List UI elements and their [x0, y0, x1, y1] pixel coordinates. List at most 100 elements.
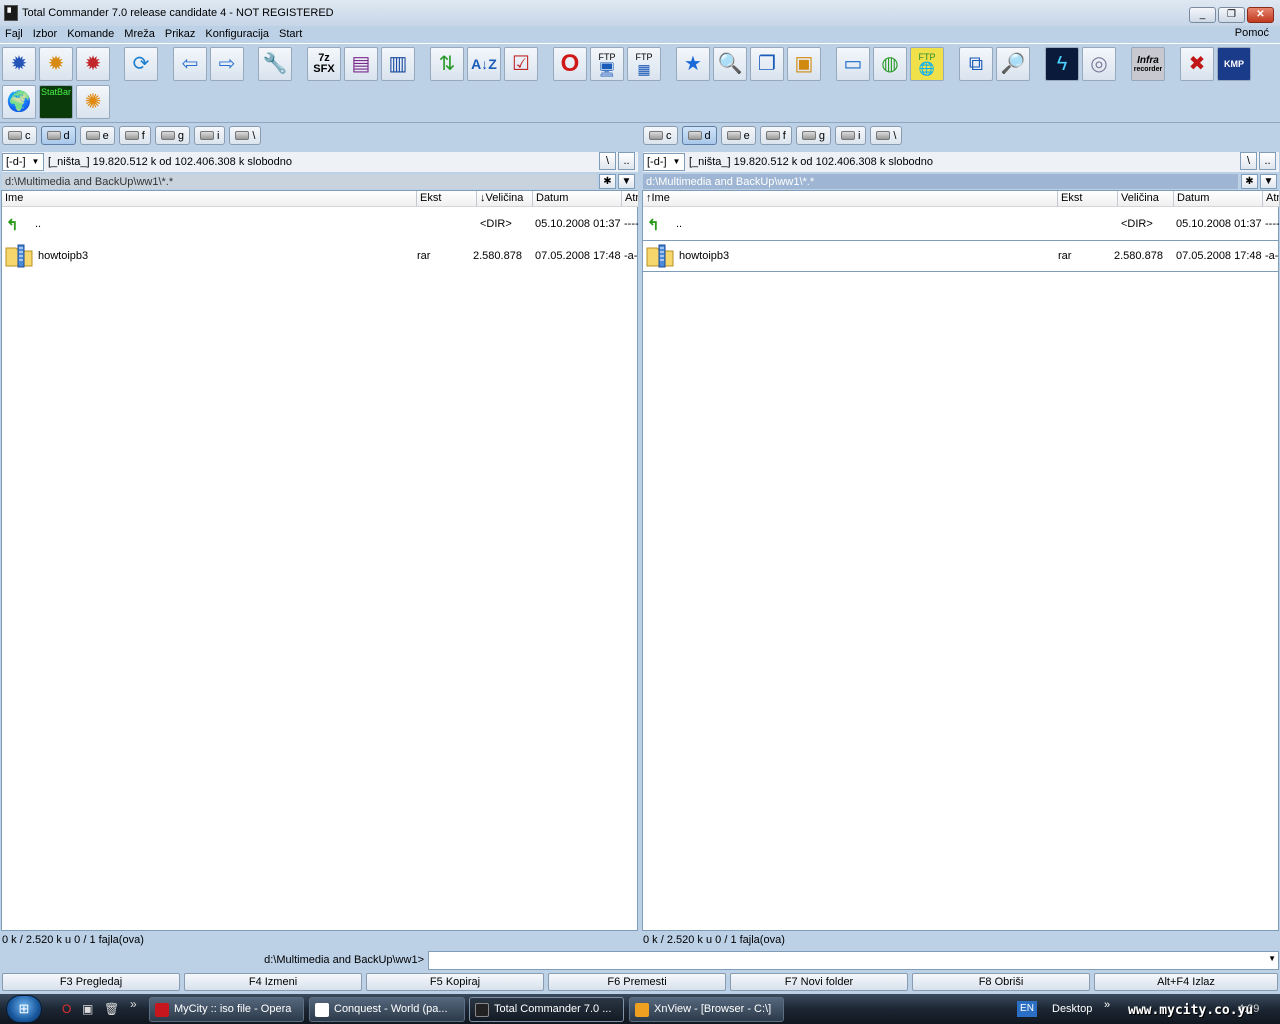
- winrar-extract-icon[interactable]: ▥: [381, 47, 415, 81]
- find-computer-icon[interactable]: 🔎: [996, 47, 1030, 81]
- ftp-list-icon[interactable]: FTP ▦: [627, 47, 661, 81]
- task-xnview[interactable]: XnView - [Browser - C:\]: [629, 997, 784, 1022]
- recycle-bin-icon[interactable]: 🗑: [104, 1002, 119, 1016]
- sync-dirs-icon[interactable]: ⇅: [430, 47, 464, 81]
- kmplayer-icon[interactable]: KMP: [1217, 47, 1251, 81]
- f6-move-button[interactable]: F6 Premesti: [548, 973, 726, 991]
- left-drive-select[interactable]: [-d-] ▼: [2, 153, 44, 171]
- statbar-icon[interactable]: StatBar: [39, 85, 73, 119]
- tray-overflow[interactable]: »: [1104, 990, 1110, 1020]
- task-opera[interactable]: MyCity :: iso file - Opera: [149, 997, 304, 1022]
- left-col-attr[interactable]: Atr: [622, 191, 639, 207]
- close-button[interactable]: ✕: [1247, 7, 1274, 23]
- left-history-button[interactable]: ✱: [599, 174, 616, 189]
- 7z-sfx-icon[interactable]: 7z SFX: [307, 47, 341, 81]
- command-line-input[interactable]: ▼: [428, 951, 1279, 970]
- right-file-panel[interactable]: ↑Ime Ekst Veličina Datum Atr ↰ .. <DIR> …: [642, 190, 1280, 931]
- search-icon[interactable]: 🔍: [713, 47, 747, 81]
- right-col-size[interactable]: Veličina: [1118, 191, 1174, 207]
- menu-konfiguracija[interactable]: Konfiguracija: [200, 28, 274, 40]
- right-drive-network[interactable]: \: [870, 126, 903, 145]
- app-icon[interactable]: ▘: [4, 5, 18, 21]
- f8-delete-button[interactable]: F8 Obriši: [912, 973, 1090, 991]
- f7-new-folder-button[interactable]: F7 Novi folder: [730, 973, 908, 991]
- f5-copy-button[interactable]: F5 Kopiraj: [366, 973, 544, 991]
- network-drive-icon[interactable]: ◍: [873, 47, 907, 81]
- internet-globe-icon[interactable]: 🌍: [2, 85, 36, 119]
- left-col-ext[interactable]: Ekst: [417, 191, 477, 207]
- left-up-button[interactable]: ..: [618, 152, 635, 170]
- menu-pomoc[interactable]: Pomoć: [1230, 27, 1274, 39]
- menu-start[interactable]: Start: [274, 28, 307, 40]
- right-drive-g[interactable]: g: [795, 126, 831, 145]
- favorites-star-icon[interactable]: ★: [676, 47, 710, 81]
- left-drive-i[interactable]: i: [193, 126, 226, 145]
- opera-icon[interactable]: O: [553, 47, 587, 81]
- menu-izbor[interactable]: Izbor: [28, 28, 62, 40]
- table-row[interactable]: howtoipb3 rar 2.580.878 07.05.2008 17:48…: [2, 241, 637, 271]
- right-up-button[interactable]: ..: [1259, 152, 1276, 170]
- maximize-button[interactable]: ❐: [1218, 7, 1245, 23]
- cd-burn-icon[interactable]: ◎: [1082, 47, 1116, 81]
- right-drive-c[interactable]: c: [643, 126, 678, 145]
- refresh-icon[interactable]: ⟳: [124, 47, 158, 81]
- right-drive-select[interactable]: [-d-] ▼: [643, 153, 685, 171]
- right-drive-d[interactable]: d: [681, 126, 717, 145]
- right-history-button[interactable]: ✱: [1241, 174, 1258, 189]
- blue-gear-icon[interactable]: ✹: [2, 47, 36, 81]
- red-gear-icon[interactable]: ✹: [76, 47, 110, 81]
- language-indicator[interactable]: EN: [1017, 1001, 1037, 1017]
- right-hotlist-button[interactable]: ▼: [1260, 174, 1277, 189]
- forward-arrow-icon[interactable]: ⇨: [210, 47, 244, 81]
- sort-az-icon[interactable]: A↓Z: [467, 47, 501, 81]
- multi-rename-icon[interactable]: ❐: [750, 47, 784, 81]
- desktop-toolbar[interactable]: Desktop: [1052, 994, 1092, 1024]
- left-drive-e[interactable]: e: [79, 126, 115, 145]
- orange-gear-icon[interactable]: ✹: [39, 47, 73, 81]
- left-drive-d[interactable]: d: [40, 126, 76, 145]
- start-button[interactable]: ⊞: [6, 995, 42, 1023]
- winrar-icon[interactable]: ▤: [344, 47, 378, 81]
- left-drive-c[interactable]: c: [2, 126, 37, 145]
- wrench-icon[interactable]: 🔧: [258, 47, 292, 81]
- menu-fajl[interactable]: Fajl: [0, 28, 28, 40]
- left-path[interactable]: d:\Multimedia and BackUp\ww1\*.*: [2, 174, 597, 189]
- quicklaunch-overflow[interactable]: »: [130, 997, 137, 1011]
- alt-f4-exit-button[interactable]: Alt+F4 Izlaz: [1094, 973, 1278, 991]
- right-drive-f[interactable]: f: [759, 126, 792, 145]
- f4-edit-button[interactable]: F4 Izmeni: [184, 973, 362, 991]
- left-col-name[interactable]: Ime: [2, 191, 417, 207]
- right-col-attr[interactable]: Atr: [1263, 191, 1280, 207]
- left-drive-network[interactable]: \: [229, 126, 262, 145]
- table-row[interactable]: ↰ .. <DIR> 05.10.2008 01:37 ----: [2, 213, 639, 235]
- save-quicklaunch-icon[interactable]: ▣: [82, 1002, 93, 1016]
- right-drive-e[interactable]: e: [720, 126, 756, 145]
- right-drive-i[interactable]: i: [834, 126, 867, 145]
- ftp-connect-icon[interactable]: FTP 🖥: [590, 47, 624, 81]
- lightning-icon[interactable]: ϟ: [1045, 47, 1079, 81]
- chevron-down-icon[interactable]: ▼: [1268, 954, 1276, 963]
- left-drive-f[interactable]: f: [118, 126, 151, 145]
- network-icon[interactable]: ⧉: [959, 47, 993, 81]
- left-col-size[interactable]: ↓Veličina: [477, 191, 533, 207]
- xnview-icon[interactable]: ✺: [76, 85, 110, 119]
- right-col-name[interactable]: ↑Ime: [643, 191, 1058, 207]
- f3-view-button[interactable]: F3 Pregledaj: [2, 973, 180, 991]
- checklist-icon[interactable]: ☑: [504, 47, 538, 81]
- left-hotlist-button[interactable]: ▼: [618, 174, 635, 189]
- table-row[interactable]: ↰ .. <DIR> 05.10.2008 01:37 ----: [643, 213, 1280, 235]
- left-col-date[interactable]: Datum: [533, 191, 622, 207]
- compare-icon[interactable]: ▣: [787, 47, 821, 81]
- left-file-panel[interactable]: Ime Ekst ↓Veličina Datum Atr ↰ .. <DIR> …: [1, 190, 639, 931]
- back-arrow-icon[interactable]: ⇦: [173, 47, 207, 81]
- usb-eject-icon[interactable]: ✖: [1180, 47, 1214, 81]
- right-path[interactable]: d:\Multimedia and BackUp\ww1\*.*: [643, 174, 1238, 189]
- notepad-icon[interactable]: ▭: [836, 47, 870, 81]
- ftp-globe-icon[interactable]: FTP 🌐: [910, 47, 944, 81]
- minimize-button[interactable]: _: [1189, 7, 1216, 23]
- right-col-date[interactable]: Datum: [1174, 191, 1263, 207]
- left-root-button[interactable]: \: [599, 152, 616, 170]
- left-drive-g[interactable]: g: [154, 126, 190, 145]
- table-row[interactable]: howtoipb3 rar 2.580.878 07.05.2008 17:48…: [642, 240, 1279, 272]
- menu-komande[interactable]: Komande: [62, 28, 119, 40]
